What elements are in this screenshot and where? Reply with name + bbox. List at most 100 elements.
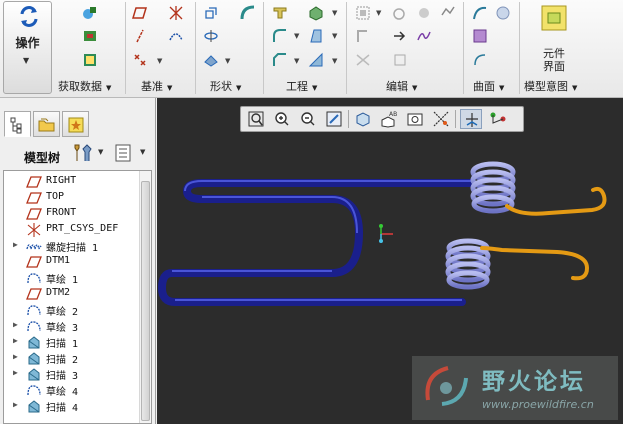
operations-label: 操作: [15, 36, 40, 50]
chevron-down-icon: ▼: [312, 84, 318, 92]
chevron-down-icon[interactable]: ▼: [98, 148, 103, 156]
repaint-button[interactable]: [323, 109, 345, 129]
datum-axis-line-icon[interactable]: [132, 28, 148, 44]
hole-icon[interactable]: [272, 5, 288, 21]
tree-item[interactable]: RIGHT: [4, 174, 140, 190]
tree-item[interactable]: ▶ 扫描 1: [4, 334, 140, 350]
group-label-engineering[interactable]: 工程 ▼: [286, 78, 317, 94]
expand-arrow-icon[interactable]: ▶: [13, 352, 18, 361]
group-label-surfaces[interactable]: 曲面 ▼: [473, 78, 504, 94]
trim-icon[interactable]: [416, 5, 432, 21]
blend-icon[interactable]: [203, 52, 219, 68]
rib-icon[interactable]: [308, 52, 324, 68]
layer-tree-tab[interactable]: [33, 111, 60, 137]
tree-item[interactable]: TOP: [4, 190, 140, 206]
datum-point-icon[interactable]: [132, 52, 148, 68]
tree-item[interactable]: DTM2: [4, 286, 140, 302]
chevron-down-icon[interactable]: ▼: [294, 57, 299, 65]
tree-item[interactable]: DTM1: [4, 254, 140, 270]
shell-icon[interactable]: [308, 5, 324, 21]
tree-item[interactable]: 草绘 2: [4, 302, 140, 318]
fill-surface-icon[interactable]: [472, 52, 488, 68]
draft-icon[interactable]: [308, 28, 324, 44]
chamfer-icon[interactable]: [272, 52, 288, 68]
display-style-button[interactable]: [352, 109, 374, 129]
zoom-in-button[interactable]: [271, 109, 293, 129]
round-icon[interactable]: [272, 28, 288, 44]
zoom-out-button[interactable]: [297, 109, 319, 129]
mirror-icon[interactable]: [392, 5, 408, 21]
group-label-get-data[interactable]: 获取数据 ▼: [58, 78, 111, 94]
view-manager-button[interactable]: [404, 109, 426, 129]
model-tree-tab[interactable]: [4, 111, 31, 137]
chevron-down-icon[interactable]: ▼: [294, 32, 299, 40]
user-defined-feature-icon[interactable]: [82, 52, 98, 68]
pattern-icon[interactable]: [355, 5, 371, 21]
offset-icon[interactable]: [440, 5, 456, 21]
expand-arrow-icon[interactable]: ▶: [13, 400, 18, 409]
tree-item-label: 扫描 4: [46, 403, 79, 414]
expand-arrow-icon[interactable]: ▶: [13, 320, 18, 329]
component-interface-button[interactable]: 元件 界面: [534, 3, 574, 75]
annotation-display-button[interactable]: [487, 109, 509, 129]
group-label-datum[interactable]: 基准 ▼: [141, 78, 172, 94]
expand-arrow-icon[interactable]: ▶: [13, 368, 18, 377]
datum-curve-icon[interactable]: [168, 28, 184, 44]
chevron-down-icon[interactable]: ▼: [332, 32, 337, 40]
model-tree-title[interactable]: 模型树: [24, 149, 60, 166]
perspective-view-button[interactable]: [430, 109, 452, 129]
wrap-icon[interactable]: [416, 28, 432, 44]
expand-arrow-icon[interactable]: ▶: [13, 240, 18, 249]
thicken-icon[interactable]: [355, 28, 371, 44]
freestyle-sphere-icon[interactable]: [495, 5, 511, 21]
chevron-down-icon[interactable]: ▼: [332, 9, 337, 17]
chevron-down-icon[interactable]: ▼: [140, 148, 145, 156]
extrude-icon[interactable]: [203, 5, 219, 21]
saved-orientations-button[interactable]: AB: [378, 109, 400, 129]
tree-item[interactable]: ▶ 扫描 3: [4, 366, 140, 382]
model-tree: RIGHT TOP FRONT PRT_CSYS_DEF ▶ 螺旋扫描 1 DTM1 草绘 1…: [3, 170, 152, 424]
tree-item[interactable]: PRT_CSYS_DEF: [4, 222, 140, 238]
tree-item[interactable]: ▶ 扫描 4: [4, 398, 140, 414]
group-label-edit[interactable]: 编辑 ▼: [386, 78, 417, 94]
revolve-icon[interactable]: [203, 28, 219, 44]
operations-button[interactable]: 操作 ▼: [3, 1, 52, 94]
merge-icon[interactable]: [355, 52, 371, 68]
tree-item[interactable]: ▶ 扫描 2: [4, 350, 140, 366]
tree-item[interactable]: ▶ 螺旋扫描 1: [4, 238, 140, 254]
datum-plane-icon: [26, 176, 42, 188]
show-columns-icon[interactable]: [114, 143, 132, 163]
chevron-down-icon[interactable]: ▼: [225, 57, 230, 65]
intersect-icon[interactable]: [392, 52, 408, 68]
tree-item[interactable]: FRONT: [4, 206, 140, 222]
group-label-shapes[interactable]: 形状 ▼: [210, 78, 241, 94]
tree-item[interactable]: 草绘 1: [4, 270, 140, 286]
tree-item[interactable]: ▶ 草绘 3: [4, 318, 140, 334]
regenerate-icon: [20, 6, 38, 27]
graphics-window[interactable]: AB 野火论坛 www.proewildfire.cn: [157, 98, 623, 424]
folder-icon: [38, 118, 55, 132]
tree-scrollbar[interactable]: [139, 171, 151, 423]
copy-geometry-icon[interactable]: [82, 5, 98, 21]
favorites-tab[interactable]: [62, 111, 89, 137]
chevron-down-icon[interactable]: ▼: [157, 57, 162, 65]
datum-axis-icon[interactable]: [168, 5, 184, 21]
style-surface-icon[interactable]: [472, 5, 488, 21]
shrinkwrap-icon[interactable]: [82, 28, 98, 44]
tree-settings-icon[interactable]: [74, 143, 92, 163]
datum-plane-icon: [26, 208, 42, 220]
sweep-icon[interactable]: [240, 5, 256, 21]
chevron-down-icon[interactable]: ▼: [376, 9, 381, 17]
group-label-model-intent[interactable]: 模型意图 ▼: [524, 78, 577, 94]
chevron-down-icon[interactable]: ▼: [332, 57, 337, 65]
tree-item-label: 草绘 4: [46, 387, 79, 398]
datum-plane-icon[interactable]: [132, 5, 148, 21]
group-separator: [125, 2, 126, 94]
tree-item[interactable]: 草绘 4: [4, 382, 140, 398]
expand-arrow-icon[interactable]: ▶: [13, 336, 18, 345]
extend-icon[interactable]: [392, 28, 408, 44]
tree-scrollbar-thumb[interactable]: [141, 181, 150, 421]
boundary-blend-icon[interactable]: [472, 28, 488, 44]
refit-button[interactable]: [245, 109, 267, 129]
datum-display-button[interactable]: [460, 109, 482, 129]
